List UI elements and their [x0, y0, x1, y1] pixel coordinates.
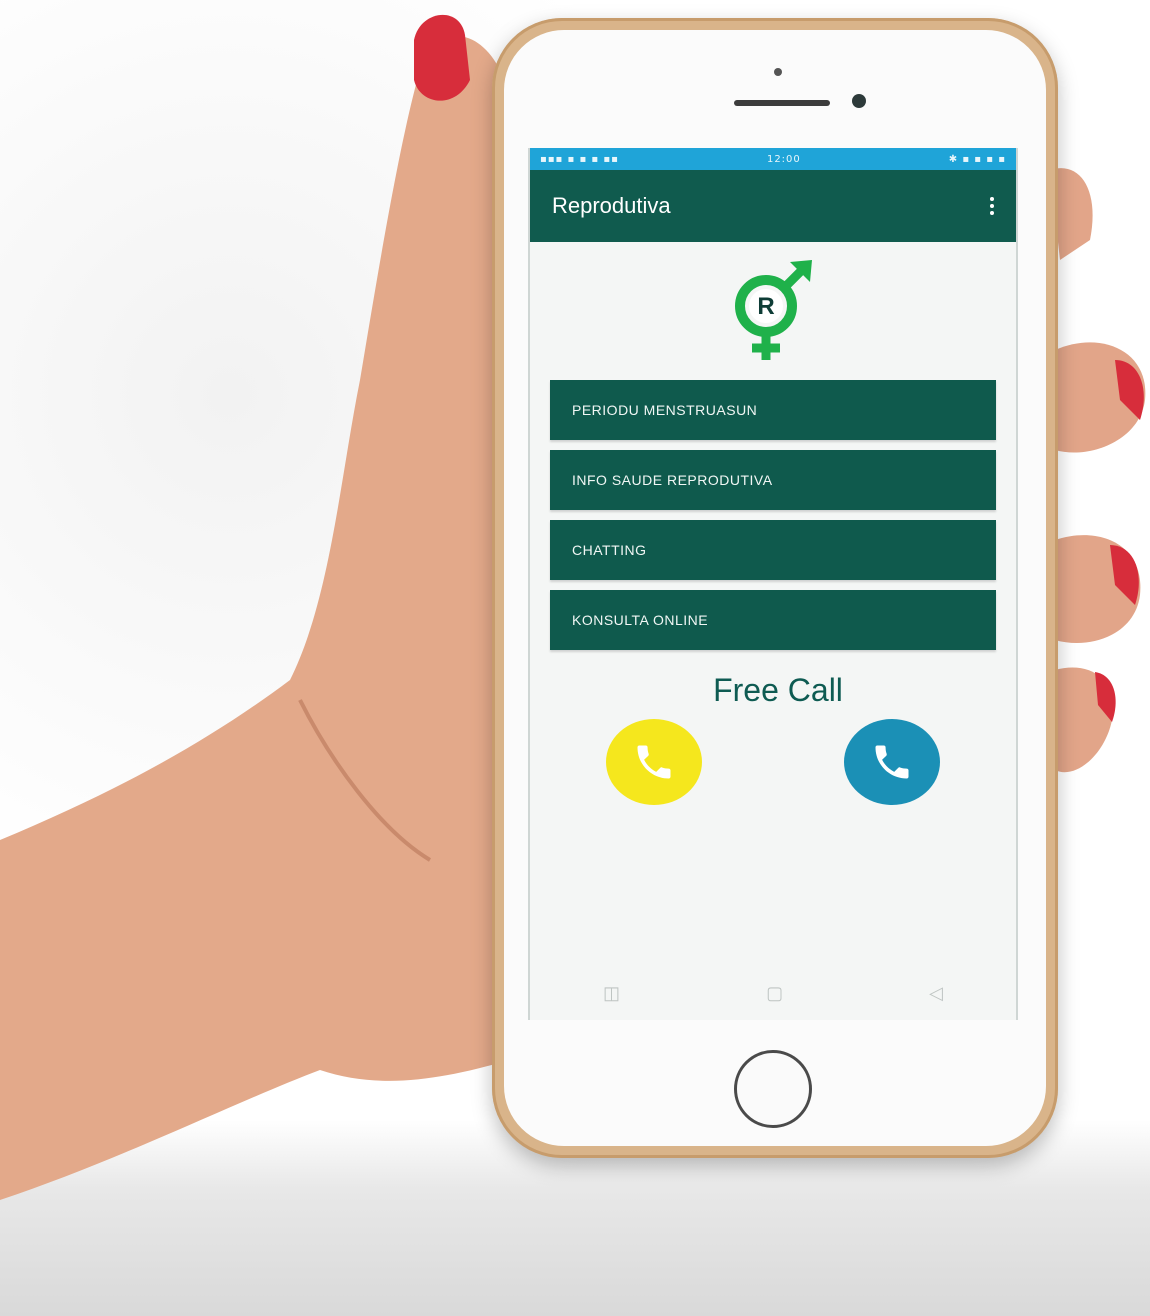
menu-item-chatting[interactable]: CHATTING: [550, 520, 996, 580]
call-button-blue[interactable]: [844, 719, 940, 805]
menu-item-info-saude-reprodutiva[interactable]: INFO SAUDE REPRODUTIVA: [550, 450, 996, 510]
more-vertical-icon[interactable]: [990, 197, 994, 215]
back-icon[interactable]: ◁: [929, 983, 943, 1004]
home-button[interactable]: [734, 1050, 812, 1128]
status-time: 12:00: [766, 153, 801, 165]
camera-icon: [852, 94, 866, 108]
thumb-nail: [414, 14, 470, 101]
free-call-title: Free Call: [713, 672, 843, 708]
app-title: Reprodutiva: [552, 193, 671, 218]
home-nav-icon[interactable]: ▢: [766, 983, 783, 1004]
status-left: ▪▪▪ ▪ ▪ ▪ ▪▪: [540, 153, 619, 165]
logo-letter: R: [757, 293, 774, 320]
call-button-yellow[interactable]: [606, 719, 702, 805]
app-bar: Reprodutiva: [530, 170, 1016, 242]
recent-apps-icon[interactable]: ◫: [603, 983, 620, 1004]
menu-item-periodu-menstruasun[interactable]: PERIODU MENSTRUASUN: [550, 380, 996, 440]
menu-item-konsulta-online[interactable]: KONSULTA ONLINE: [550, 590, 996, 650]
phone-icon: [875, 745, 909, 779]
app-logo: R: [530, 242, 1016, 380]
status-right: ✱ ▪ ▪ ▪ ▪: [948, 153, 1006, 165]
call-buttons: [530, 709, 1016, 829]
status-bar: ▪▪▪ ▪ ▪ ▪ ▪▪ 12:00 ✱ ▪ ▪ ▪ ▪: [530, 148, 1016, 170]
gender-symbol-icon: R: [735, 260, 812, 360]
phone-speaker: [734, 100, 830, 106]
phone-sensor: [774, 68, 782, 76]
system-nav-bar: ◫ ▢ ◁: [530, 966, 1016, 1020]
phone-icon: [637, 745, 671, 779]
arm-shape: [0, 36, 510, 1200]
main-menu: PERIODU MENSTRUASUN INFO SAUDE REPRODUTI…: [530, 380, 1016, 650]
phone-screen: ▪▪▪ ▪ ▪ ▪ ▪▪ 12:00 ✱ ▪ ▪ ▪ ▪ Reprodutiva…: [528, 148, 1018, 1020]
